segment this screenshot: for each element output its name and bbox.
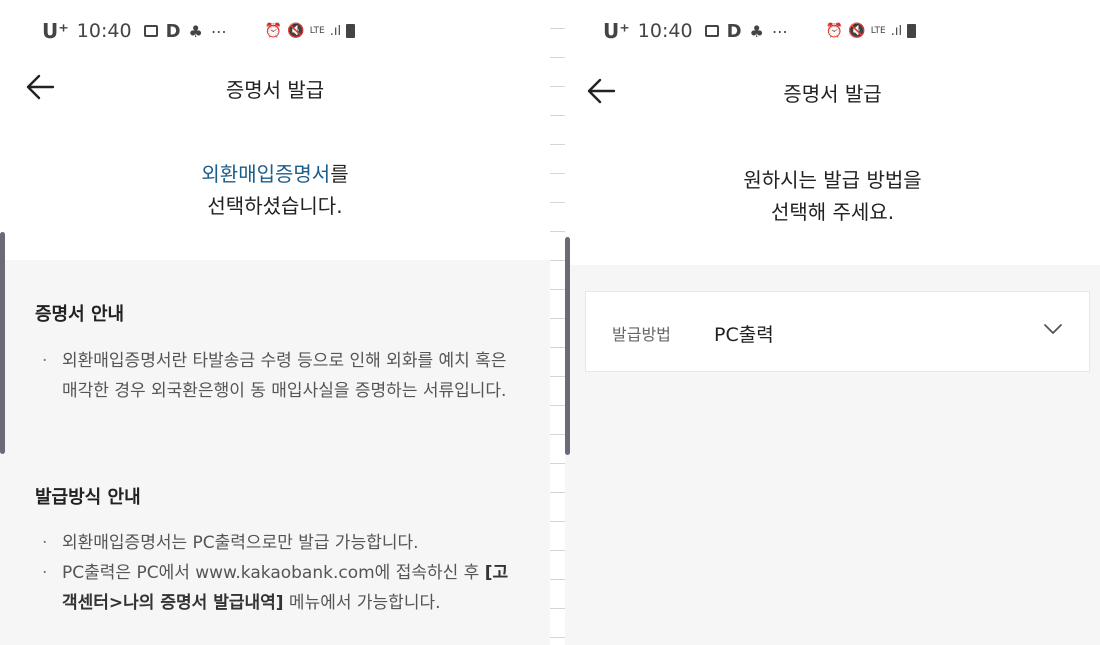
alarm-icon: ⏰ — [825, 23, 844, 39]
signal-icon: .ıl — [890, 23, 903, 39]
chevron-down-icon[interactable] — [1043, 322, 1063, 336]
issue-method-value: PC출력 — [714, 324, 774, 346]
battery-icon — [346, 24, 356, 38]
more-icon: ⋯ — [771, 21, 788, 41]
issue-method-dropdown[interactable]: 발급방법 PC출력 — [585, 291, 1090, 372]
instruction-line2: 선택해 주세요. — [770, 200, 895, 224]
left-screen: U⁺ 10:40 D ♣ ⋯ ⏰ 🔇 LTE .ıl 증명서 발급 외환매입증명… — [0, 0, 550, 645]
instruction-line1: 원하시는 발급 방법을 — [743, 168, 922, 192]
instruction-message: 원하시는 발급 방법을 선택해 주세요. — [565, 164, 1100, 228]
clock: 10:40 — [637, 20, 693, 42]
clock: 10:40 — [76, 20, 132, 42]
list-item-text-end: 메뉴에서 가능합니다. — [283, 593, 441, 613]
info-area: 증명서 안내 외환매입증명서란 타발송금 수령 등으로 인해 외화를 예치 혹은… — [0, 260, 550, 645]
person-icon: ♣ — [188, 21, 203, 41]
list-item: 외환매입증명서는 PC출력으로만 발급 가능합니다. — [42, 528, 522, 558]
list-item-text: PC출력은 PC에서 www.kakaobank.com에 접속하신 후 — [62, 563, 485, 583]
app-bar: 증명서 발급 — [0, 62, 550, 112]
battery-icon — [907, 24, 917, 38]
certificate-name: 외환매입증명서 — [201, 162, 331, 186]
background-rule-lines — [550, 0, 565, 645]
certificate-info-list: 외환매입증명서란 타발송금 수령 등으로 인해 외화를 예치 혹은 매각한 경우… — [42, 346, 522, 406]
status-bar: U⁺ 10:40 D ♣ ⋯ ⏰ 🔇 LTE .ıl — [42, 14, 356, 48]
scroll-indicator — [565, 237, 570, 455]
person-icon: ♣ — [749, 21, 764, 41]
right-screen: U⁺ 10:40 D ♣ ⋯ ⏰ 🔇 LTE .ıl 증명서 발급 원하시는 발… — [565, 0, 1100, 645]
certificate-info-heading: 증명서 안내 — [35, 304, 125, 325]
image-icon — [704, 25, 719, 37]
list-item: PC출력은 PC에서 www.kakaobank.com에 접속하신 후 [고객… — [42, 558, 522, 618]
issue-method-heading: 발급방식 안내 — [35, 487, 141, 508]
more-icon: ⋯ — [210, 21, 227, 41]
page-title: 증명서 발급 — [783, 82, 882, 106]
app-bar: 증명서 발급 — [565, 66, 1100, 116]
selection-message-line2: 선택하셨습니다. — [207, 194, 343, 218]
lte-icon: LTE — [870, 25, 886, 36]
status-bar: U⁺ 10:40 D ♣ ⋯ ⏰ 🔇 LTE .ıl — [603, 14, 917, 48]
d-icon: D — [726, 20, 742, 42]
list-item: 외환매입증명서란 타발송금 수령 등으로 인해 외화를 예치 혹은 매각한 경우… — [42, 346, 522, 406]
issue-method-list: 외환매입증명서는 PC출력으로만 발급 가능합니다. PC출력은 PC에서 ww… — [42, 528, 522, 618]
signal-icon: .ıl — [329, 23, 342, 39]
carrier-label: U⁺ — [603, 19, 630, 43]
scroll-indicator — [0, 232, 5, 454]
carrier-label: U⁺ — [42, 19, 69, 43]
alarm-icon: ⏰ — [264, 23, 283, 39]
mute-icon: 🔇 — [848, 23, 866, 39]
d-icon: D — [165, 20, 181, 42]
selection-message: 외환매입증명서를 선택하셨습니다. — [0, 158, 550, 222]
issue-method-label: 발급방법 — [612, 325, 671, 344]
page-title: 증명서 발급 — [225, 78, 325, 102]
image-icon — [143, 25, 158, 37]
particle: 를 — [330, 162, 349, 186]
mute-icon: 🔇 — [287, 23, 305, 39]
lte-icon: LTE — [309, 25, 325, 36]
